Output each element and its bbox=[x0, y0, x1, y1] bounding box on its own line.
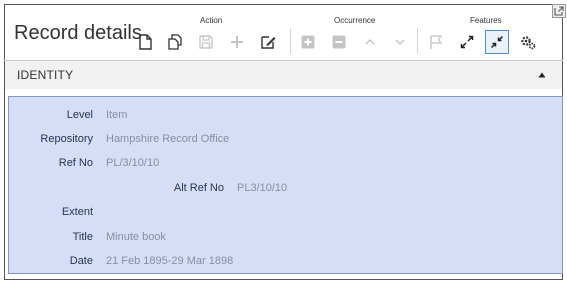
add-button[interactable] bbox=[225, 30, 249, 54]
previous-occurrence-button[interactable] bbox=[358, 30, 382, 54]
settings-button[interactable] bbox=[516, 30, 540, 54]
toolbar-separator bbox=[417, 28, 418, 54]
expand-icon bbox=[460, 35, 474, 49]
title-label: Title bbox=[72, 231, 93, 243]
section-title: IDENTITY bbox=[17, 68, 74, 82]
popout-button[interactable] bbox=[552, 4, 566, 18]
date-value: 21 Feb 1895-29 Mar 1898 bbox=[106, 255, 234, 267]
add-icon bbox=[231, 36, 243, 48]
new-record-button[interactable] bbox=[133, 30, 157, 54]
page-title: Record details bbox=[14, 22, 142, 44]
alt-ref-no-value: PL3/10/10 bbox=[237, 182, 288, 194]
chevron-up-icon bbox=[365, 39, 375, 45]
features-group-label: Features bbox=[470, 16, 502, 25]
repository-label: Repository bbox=[40, 133, 93, 145]
ref-no-label: Ref No bbox=[58, 157, 93, 169]
date-label: Date bbox=[69, 255, 93, 267]
repository-value: Hampshire Record Office bbox=[106, 133, 230, 145]
copy-icon bbox=[168, 34, 182, 50]
expand-button[interactable] bbox=[455, 30, 479, 54]
occurrence-group-label: Occurrence bbox=[334, 16, 376, 25]
identity-section-header[interactable]: IDENTITY bbox=[5, 61, 562, 89]
copy-record-button[interactable] bbox=[163, 30, 187, 54]
new-document-icon bbox=[139, 34, 152, 50]
collapse-section-icon[interactable] bbox=[537, 70, 547, 80]
level-label: Level bbox=[66, 109, 93, 121]
flag-button[interactable] bbox=[424, 30, 448, 54]
chevron-down-icon bbox=[395, 39, 405, 45]
collapse-icon bbox=[490, 35, 504, 49]
next-occurrence-button[interactable] bbox=[388, 30, 412, 54]
ref-no-value: PL/3/10/10 bbox=[106, 157, 160, 169]
flag-icon bbox=[430, 35, 443, 49]
extent-label: Extent bbox=[61, 206, 93, 218]
popout-icon bbox=[552, 4, 566, 18]
toolbar-separator bbox=[290, 28, 291, 54]
settings-icon bbox=[521, 36, 536, 50]
edit-icon bbox=[261, 36, 276, 49]
remove-occurrence-icon bbox=[332, 35, 346, 49]
level-value: Item bbox=[106, 109, 128, 121]
edit-button[interactable] bbox=[256, 30, 280, 54]
save-icon bbox=[199, 35, 213, 49]
add-occurrence-button[interactable] bbox=[296, 30, 320, 54]
collapse-button[interactable] bbox=[485, 30, 509, 54]
alt-ref-no-label: Alt Ref No bbox=[173, 182, 224, 194]
action-group-label: Action bbox=[200, 16, 223, 25]
title-value: Minute book bbox=[106, 231, 166, 243]
save-button[interactable] bbox=[194, 30, 218, 54]
remove-occurrence-button[interactable] bbox=[327, 30, 351, 54]
add-occurrence-icon bbox=[301, 35, 315, 49]
